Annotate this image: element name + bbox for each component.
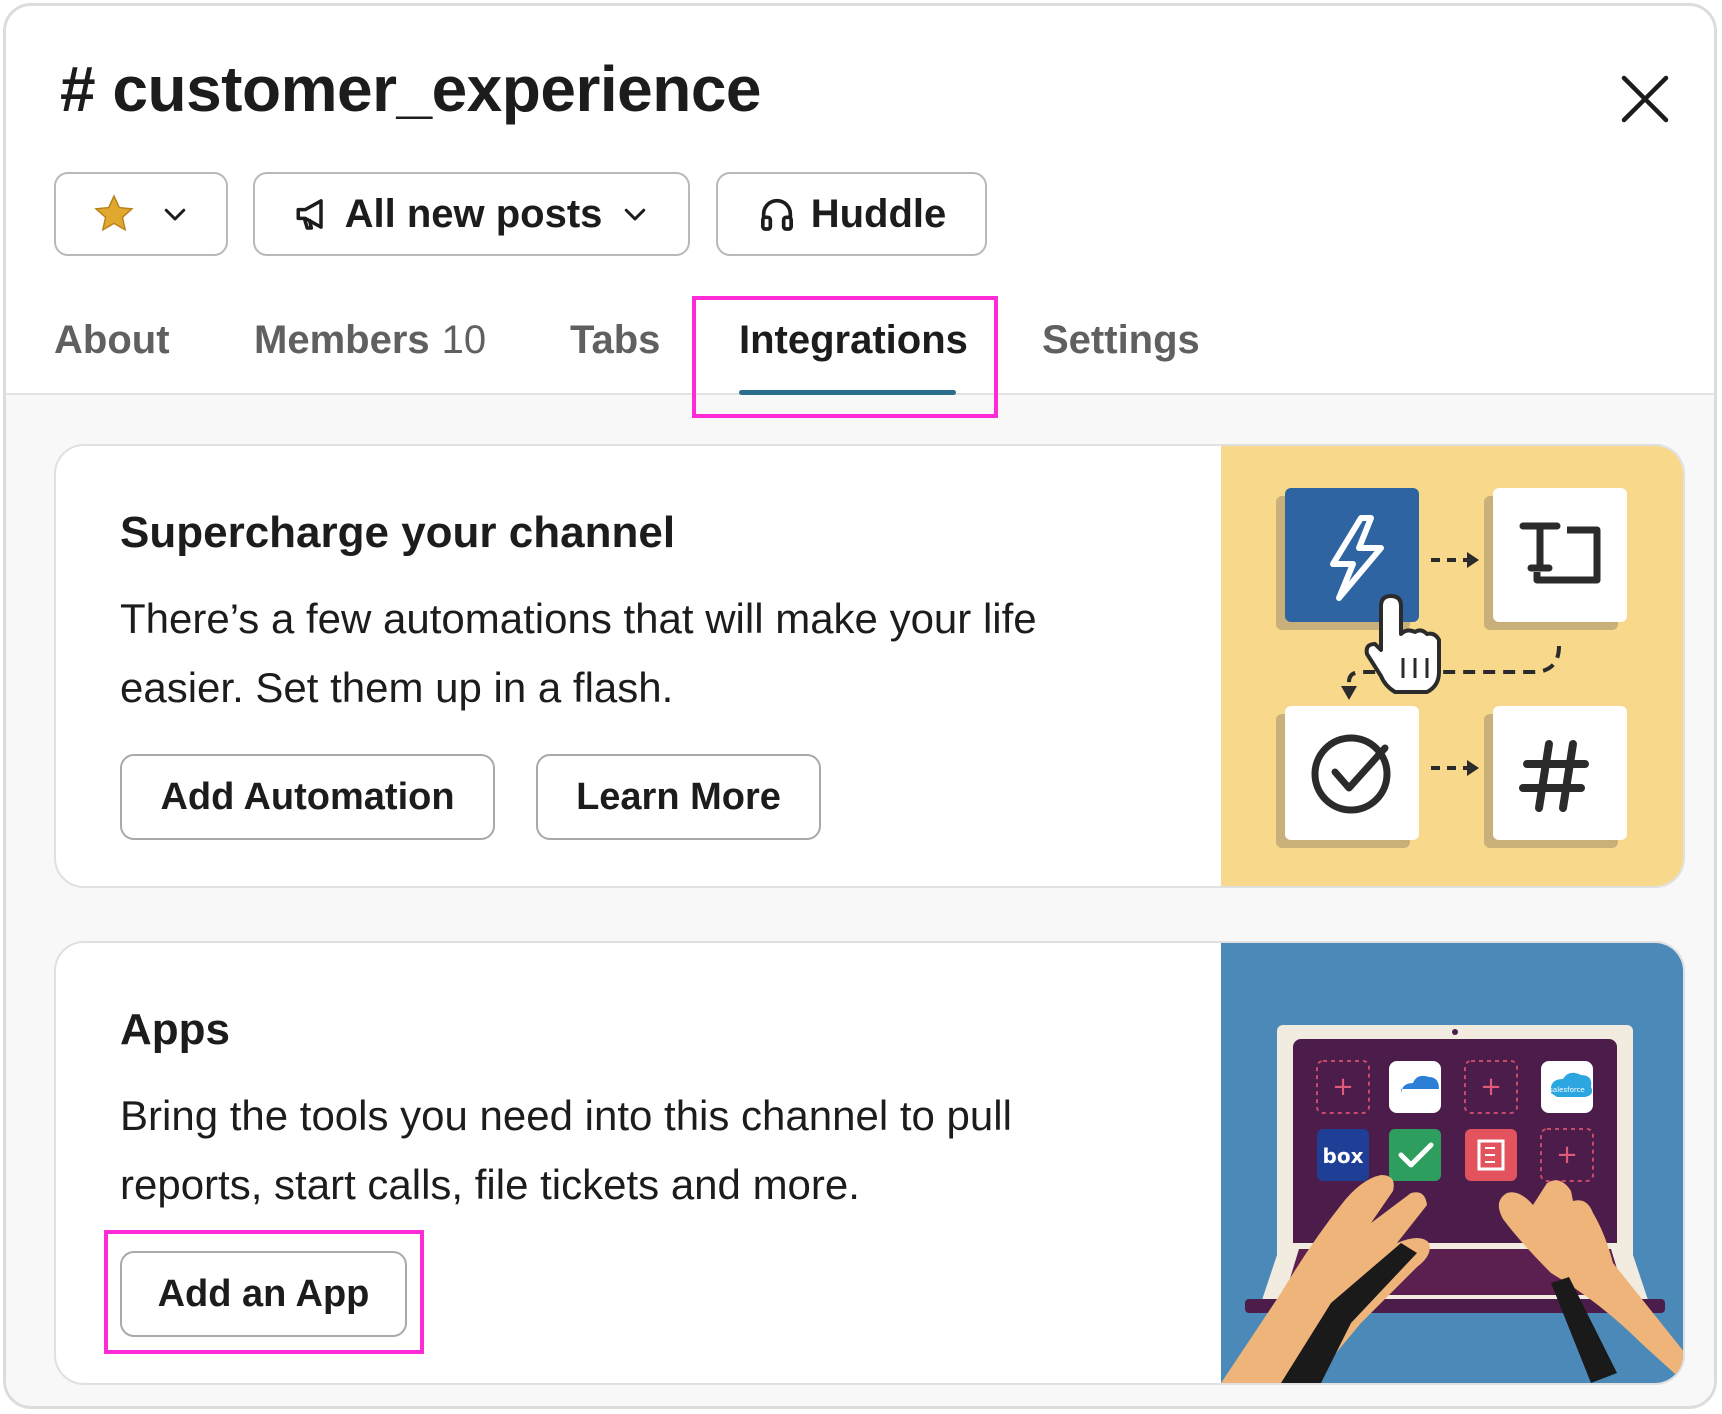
members-count: 10	[441, 318, 487, 362]
add-automation-label: Add Automation	[160, 775, 455, 818]
tab-label: About	[54, 318, 170, 362]
box-label: box	[1323, 1144, 1364, 1168]
megaphone-icon	[296, 199, 323, 230]
tab-label: Integrations	[739, 318, 968, 362]
apps-card-description: Bring the tools you need into this chann…	[120, 1092, 1012, 1208]
add-automation-button[interactable]: Add Automation	[120, 754, 495, 840]
tab-settings[interactable]: Settings	[1042, 318, 1200, 363]
automation-card-title: Supercharge your channel	[120, 508, 676, 557]
close-button[interactable]	[1618, 72, 1672, 126]
tab-integrations[interactable]: Integrations	[739, 318, 968, 363]
svg-text:+: +	[1480, 1072, 1502, 1102]
star-icon	[94, 194, 134, 232]
active-tab-underline	[739, 390, 956, 395]
huddle-button[interactable]: Huddle	[716, 172, 987, 256]
automation-card-description: There’s a few automations that will make…	[120, 595, 1037, 711]
add-an-app-button[interactable]: Add an App	[120, 1251, 407, 1337]
tab-about[interactable]: About	[54, 318, 170, 363]
apps-illustration: + + salesforce box +	[1221, 943, 1683, 1383]
close-icon	[1621, 75, 1669, 123]
tab-members[interactable]: Members 10	[254, 318, 486, 363]
learn-more-label: Learn More	[576, 775, 781, 818]
modal-header: # customer_experience All new posts Hudd…	[6, 6, 1714, 395]
tab-tabs[interactable]: Tabs	[570, 318, 660, 363]
automation-illustration	[1221, 446, 1683, 886]
star-channel-button[interactable]	[54, 172, 228, 256]
channel-title: # customer_experience	[60, 53, 762, 125]
svg-text:+: +	[1332, 1072, 1354, 1102]
headphones-icon	[760, 198, 793, 231]
salesforce-label: salesforce	[1549, 1086, 1584, 1094]
tab-label: Members	[254, 318, 430, 362]
add-an-app-label: Add an App	[157, 1272, 370, 1315]
chevron-down-icon	[164, 208, 186, 221]
apps-card: Apps Bring the tools you need into this …	[54, 941, 1685, 1385]
tab-label: Tabs	[570, 318, 661, 362]
tab-label: Settings	[1042, 318, 1200, 362]
huddle-label: Huddle	[810, 191, 947, 236]
automation-card: Supercharge your channel There’s a few a…	[54, 444, 1685, 888]
notifications-label: All new posts	[344, 191, 603, 236]
learn-more-button[interactable]: Learn More	[536, 754, 821, 840]
notifications-dropdown[interactable]: All new posts	[253, 172, 690, 256]
svg-text:+: +	[1556, 1140, 1578, 1170]
apps-card-title: Apps	[120, 1005, 230, 1054]
chevron-down-icon	[625, 208, 646, 221]
channel-details-modal: # customer_experience All new posts Hudd…	[3, 3, 1717, 1409]
